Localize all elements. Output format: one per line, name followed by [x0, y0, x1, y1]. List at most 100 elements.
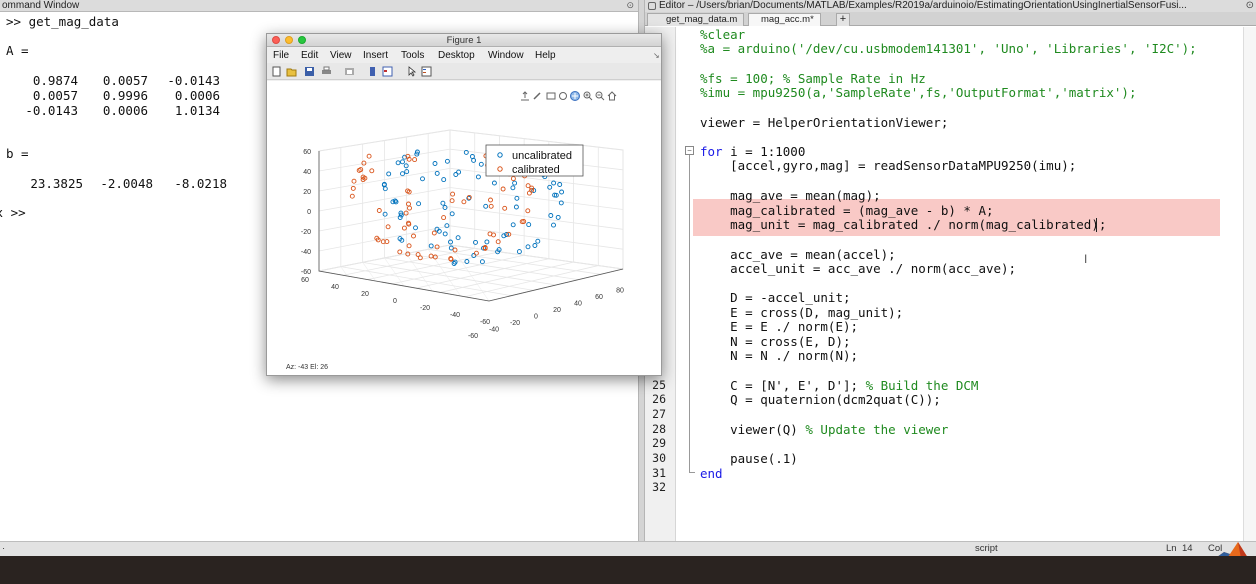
menu-desktop[interactable]: Desktop	[438, 48, 475, 63]
code-line[interactable]: %clear	[700, 27, 745, 42]
close-button[interactable]	[272, 36, 280, 44]
code-line[interactable]: Q = quaternion(dcm2quat(C));	[700, 392, 941, 407]
maximize-button[interactable]	[298, 36, 306, 44]
figure-title: Figure 1	[267, 34, 661, 47]
code-fold-toggle[interactable]: −	[685, 146, 694, 155]
menu-file[interactable]: File	[273, 48, 289, 63]
export-icon[interactable]	[520, 91, 530, 101]
text-caret	[1096, 218, 1097, 232]
code-line[interactable]: [accel,gyro,mag] = readSensorDataMPU9250…	[700, 158, 1076, 173]
figure-canvas[interactable]: 60 40 20 0 -20 -40 -60 60 40 20 0 -20 -40 -60 -60 -40 -2…	[267, 81, 661, 375]
y-tick-label: 20	[553, 307, 561, 314]
code-line[interactable]: end	[700, 466, 723, 481]
figure-menubar: File Edit View Insert Tools Desktop Wind…	[267, 48, 661, 63]
code-line[interactable]: %fs = 100; % Sample Rate in Hz	[700, 71, 926, 86]
code-fold-line	[689, 151, 690, 473]
editor-scrollbar[interactable]	[1243, 27, 1256, 541]
menu-window[interactable]: Window	[488, 48, 524, 63]
code-line[interactable]: C = [N', E', D']; % Build the DCM	[700, 378, 978, 393]
editor-window[interactable]: Editor – /Users/brian/Documents/MATLAB/E…	[645, 0, 1256, 541]
legend-icon[interactable]	[421, 66, 432, 77]
code-text: mag_calibrated = (mag_ave - b) * A;	[700, 203, 994, 218]
code-line[interactable]: pause(.1)	[700, 451, 798, 466]
x-tick-label: -20	[420, 305, 430, 312]
panel-menu-icon[interactable]: ⊙	[626, 0, 634, 11]
brush-icon[interactable]	[532, 91, 542, 101]
minimize-button[interactable]	[285, 36, 293, 44]
variable-name-a: A =	[6, 43, 29, 58]
x-tick-label: -40	[450, 312, 460, 319]
vector-cell: -2.0048	[100, 176, 153, 191]
az-el-readout: Az: -43 El: 26	[286, 364, 329, 371]
pan-icon[interactable]	[570, 91, 580, 101]
y-tick-label: 80	[616, 288, 624, 295]
code-line[interactable]: mag_unit = mag_calibrated ./ norm(mag_ca…	[700, 217, 1106, 232]
mouse-cursor-icon: I	[1084, 252, 1088, 266]
menu-insert[interactable]: Insert	[363, 48, 388, 63]
panel-menu-icon[interactable]: ⊙	[1243, 0, 1254, 11]
matrix-cell: 0.9874	[32, 73, 78, 88]
code-line[interactable]: E = E ./ norm(E);	[700, 319, 858, 334]
x-tick-label: 0	[393, 298, 397, 305]
code-line[interactable]: %imu = mpu9250(a,'SampleRate',fs,'Output…	[700, 85, 1137, 100]
x-tick-label: 20	[361, 291, 369, 298]
command-prompt[interactable]: fx >>	[0, 205, 26, 220]
rotate-3d-icon[interactable]	[558, 91, 568, 101]
menu-help[interactable]: Help	[535, 48, 556, 63]
code-line[interactable]: viewer = HelperOrientationViewer;	[700, 115, 948, 130]
menu-overflow-icon[interactable]: ↘	[653, 48, 660, 63]
command-window-title: ommand Window	[0, 0, 638, 12]
scatter-3d-chart[interactable]: 6040200-20-40-606040200-20-40-60-60-40-2…	[267, 81, 661, 375]
menu-tools[interactable]: Tools	[401, 48, 424, 63]
code-text: pause(.1)	[700, 451, 798, 466]
code-line[interactable]: E = cross(D, mag_unit);	[700, 305, 903, 320]
zoom-out-icon[interactable]	[595, 91, 605, 101]
code-text: viewer(Q)	[700, 422, 798, 437]
code-line[interactable]: D = -accel_unit;	[700, 290, 850, 305]
open-file-icon[interactable]	[286, 66, 297, 77]
code-line[interactable]: N = cross(E, D);	[700, 334, 850, 349]
editor-tabs: get_mag_data.m mag_acc.m* +	[645, 12, 1256, 26]
matrix-cell: -0.0143	[25, 103, 78, 118]
line-number: 26	[652, 392, 666, 406]
y-tick-label: 60	[595, 294, 603, 301]
matlab-logo-icon	[1218, 542, 1247, 556]
line-number: 32	[652, 480, 666, 494]
code-text: mag_ave = mean(mag);	[700, 188, 881, 203]
menu-edit[interactable]: Edit	[301, 48, 318, 63]
y-tick-label: -40	[489, 327, 499, 334]
tab-get-mag-data[interactable]: get_mag_data.m	[647, 13, 745, 26]
code-text: i = 1:1000	[722, 144, 806, 159]
home-icon[interactable]	[607, 91, 617, 101]
print-preview-icon[interactable]	[344, 66, 355, 77]
code-line[interactable]: N = N ./ norm(N);	[700, 348, 858, 363]
link-data-icon[interactable]	[367, 66, 378, 77]
editor-title: Editor – /Users/brian/Documents/MATLAB/E…	[645, 0, 1256, 12]
matrix-cell: 0.0057	[32, 88, 78, 103]
code-line[interactable]: viewer(Q) % Update the viewer	[700, 422, 948, 437]
editor-icon	[648, 2, 656, 10]
code-line[interactable]: for i = 1:1000	[700, 144, 805, 159]
add-tab-button[interactable]: +	[836, 13, 850, 26]
code-text: accel_unit = acc_ave ./ norm(acc_ave);	[700, 261, 1017, 276]
code-line[interactable]: mag_ave = mean(mag);	[700, 188, 881, 203]
code-line[interactable]: accel_unit = acc_ave ./ norm(acc_ave);	[700, 261, 1016, 276]
code-line[interactable]: acc_ave = mean(accel);	[700, 247, 896, 262]
new-figure-icon[interactable]	[271, 66, 282, 77]
datatip-icon[interactable]	[546, 91, 556, 101]
save-icon[interactable]	[304, 66, 315, 77]
code-line[interactable]: %a = arduino('/dev/cu.usbmodem141301', '…	[700, 41, 1197, 56]
tab-mag-acc[interactable]: mag_acc.m*	[748, 13, 821, 26]
code-text: E = E ./ norm(E);	[700, 319, 859, 334]
zoom-in-icon[interactable]	[583, 91, 593, 101]
z-tick-label: 20	[303, 189, 311, 196]
matrix-cell: 0.9996	[102, 88, 148, 103]
status-bar: · script Ln 14 Col	[0, 541, 1256, 556]
print-icon[interactable]	[321, 66, 332, 77]
pointer-icon[interactable]	[406, 66, 417, 77]
code-line[interactable]: mag_calibrated = (mag_ave - b) * A;	[700, 203, 994, 218]
figure-window[interactable]: Figure 1 File Edit View Insert Tools Des…	[266, 33, 662, 376]
matrix-cell: 0.0006	[102, 103, 148, 118]
menu-view[interactable]: View	[330, 48, 352, 63]
colorbar-icon[interactable]	[382, 66, 393, 77]
